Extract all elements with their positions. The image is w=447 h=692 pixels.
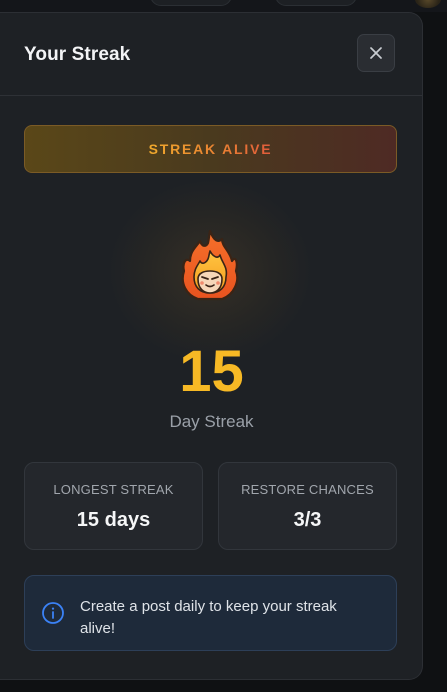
- longest-streak-card: LONGEST STREAK 15 days: [24, 462, 203, 550]
- background-header: [0, 0, 447, 12]
- close-icon: [370, 47, 382, 59]
- restore-chances-value: 3/3: [293, 509, 322, 531]
- background-avatar: [415, 0, 441, 8]
- fire-icon: [181, 229, 239, 301]
- info-icon: [42, 602, 64, 624]
- streak-count-label: Day Streak: [169, 412, 254, 431]
- streak-status-banner: STREAK ALIVE: [24, 125, 397, 173]
- close-button[interactable]: [357, 34, 395, 72]
- info-message: Create a post daily to keep your streak …: [24, 575, 397, 651]
- modal-header: Your Streak: [0, 13, 422, 96]
- streak-modal: Your Streak STREAK ALIVE 15 Day Streak L…: [0, 12, 423, 680]
- restore-chances-label: RESTORE CHANCES: [241, 482, 374, 497]
- background-pill: [150, 0, 232, 6]
- streak-count: 15: [179, 339, 244, 404]
- modal-title: Your Streak: [24, 44, 131, 65]
- longest-streak-label: LONGEST STREAK: [53, 482, 174, 497]
- streak-status-label: STREAK ALIVE: [148, 141, 273, 157]
- background-pill: [275, 0, 357, 6]
- info-text: Create a post daily to keep your streak …: [80, 598, 337, 637]
- restore-chances-card: RESTORE CHANCES 3/3: [218, 462, 397, 550]
- longest-streak-value: 15 days: [76, 509, 151, 531]
